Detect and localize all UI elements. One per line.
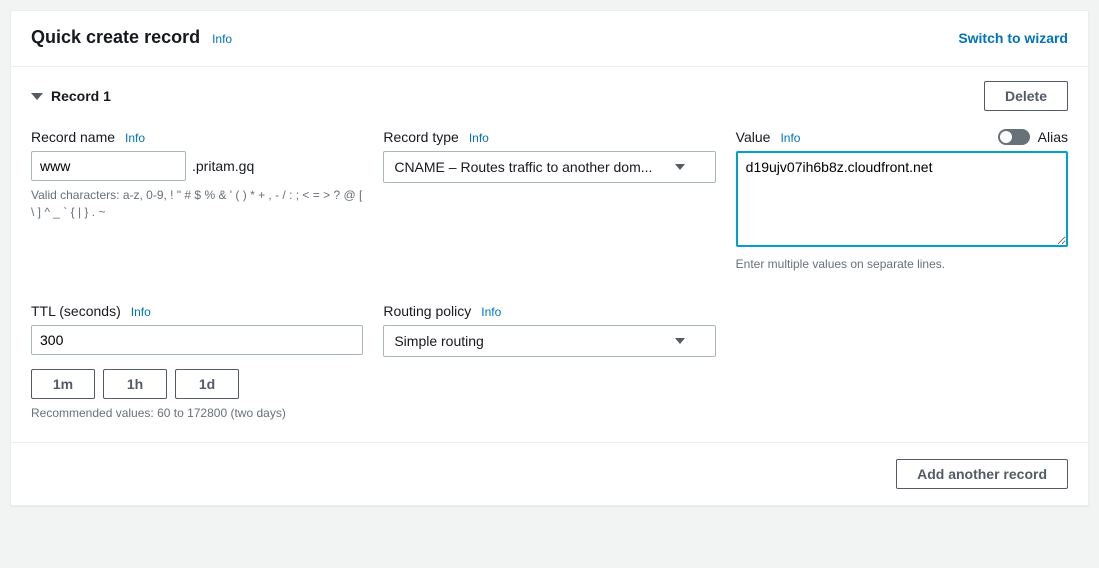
ttl-input[interactable] <box>31 325 363 355</box>
ttl-preset-1h[interactable]: 1h <box>103 369 167 399</box>
value-info-link[interactable]: Info <box>780 131 800 145</box>
ttl-field: TTL (seconds) Info 1m 1h 1d Recommended … <box>31 303 363 422</box>
routing-policy-field: Routing policy Info Simple routing <box>383 303 715 422</box>
routing-policy-label: Routing policy <box>383 303 471 319</box>
page-title: Quick create record <box>31 27 200 48</box>
record-section-label: Record 1 <box>51 88 111 104</box>
value-textarea[interactable] <box>736 151 1068 247</box>
record-type-field: Record type Info CNAME – Routes traffic … <box>383 129 715 273</box>
switch-to-wizard-link[interactable]: Switch to wizard <box>958 30 1068 46</box>
add-another-record-button[interactable]: Add another record <box>896 459 1068 489</box>
ttl-info-link[interactable]: Info <box>131 305 151 319</box>
panel-title-group: Quick create record Info <box>31 27 232 48</box>
domain-suffix: .pritam.gq <box>192 158 254 174</box>
alias-toggle[interactable] <box>998 129 1030 145</box>
record-name-label: Record name <box>31 129 115 145</box>
record-type-selected: CNAME – Routes traffic to another dom... <box>394 159 652 175</box>
quick-create-panel: Quick create record Info Switch to wizar… <box>10 10 1089 506</box>
record-name-input[interactable] <box>31 151 186 181</box>
ttl-presets: 1m 1h 1d <box>31 369 363 399</box>
value-label: Value <box>736 129 771 145</box>
value-hint: Enter multiple values on separate lines. <box>736 256 1068 273</box>
record-header-row: Record 1 Delete <box>31 81 1068 111</box>
ttl-label: TTL (seconds) <box>31 303 121 319</box>
header-info-link[interactable]: Info <box>212 32 232 46</box>
ttl-preset-1m[interactable]: 1m <box>31 369 95 399</box>
chevron-down-icon <box>675 338 685 344</box>
panel-header: Quick create record Info Switch to wizar… <box>11 11 1088 67</box>
chevron-down-icon <box>675 164 685 170</box>
panel-footer: Add another record <box>11 442 1088 505</box>
record-type-select[interactable]: CNAME – Routes traffic to another dom... <box>383 151 715 183</box>
record-name-hint: Valid characters: a-z, 0-9, ! " # $ % & … <box>31 187 363 221</box>
record-name-info-link[interactable]: Info <box>125 131 145 145</box>
empty-cell <box>736 303 1068 422</box>
panel-body: Record 1 Delete Record name Info .pritam… <box>11 67 1088 442</box>
record-name-field: Record name Info .pritam.gq Valid charac… <box>31 129 363 273</box>
delete-button[interactable]: Delete <box>984 81 1068 111</box>
ttl-hint: Recommended values: 60 to 172800 (two da… <box>31 405 363 422</box>
value-field: Value Info Alias Enter multiple values o… <box>736 129 1068 273</box>
routing-policy-selected: Simple routing <box>394 333 484 349</box>
alias-label: Alias <box>1038 129 1068 145</box>
record-type-info-link[interactable]: Info <box>469 131 489 145</box>
record-header-left: Record 1 <box>31 88 111 104</box>
fields-grid: Record name Info .pritam.gq Valid charac… <box>31 129 1068 422</box>
record-type-label: Record type <box>383 129 458 145</box>
routing-policy-info-link[interactable]: Info <box>481 305 501 319</box>
routing-policy-select[interactable]: Simple routing <box>383 325 715 357</box>
chevron-down-icon[interactable] <box>31 93 43 100</box>
ttl-preset-1d[interactable]: 1d <box>175 369 239 399</box>
